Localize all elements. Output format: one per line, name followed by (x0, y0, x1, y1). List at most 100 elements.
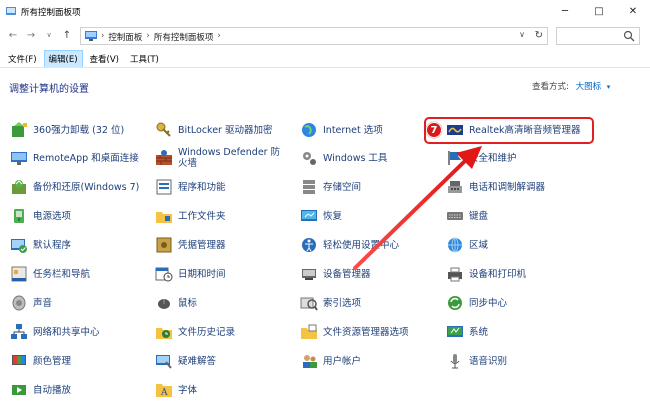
autoplay-icon (12, 385, 26, 395)
minimize-button[interactable]: ─ (548, 0, 582, 22)
folder-options-icon (301, 324, 317, 339)
view-by-caret-icon[interactable]: ▾ (607, 83, 611, 91)
forward-button[interactable]: → (24, 28, 38, 42)
item-internet-options[interactable]: Internet 选项 (300, 119, 383, 141)
item-network-sharing[interactable]: 网络和共享中心 (10, 321, 100, 343)
item-storage-spaces[interactable]: 存储空间 (300, 176, 361, 198)
item-label: 凭据管理器 (178, 239, 226, 251)
item-credential-manager[interactable]: 凭据管理器 (155, 234, 226, 256)
menu-file[interactable]: 文件(F) (4, 51, 41, 67)
indexing-icon (300, 297, 318, 311)
maximize-button[interactable]: □ (582, 0, 616, 22)
item-taskbar-navigation[interactable]: 任务栏和导航 (10, 263, 90, 285)
default-programs-icon (11, 239, 27, 253)
item-label: 疑难解答 (178, 355, 217, 367)
view-by-label: 查看方式: (532, 82, 569, 92)
item-360-uninstaller[interactable]: 360强力卸载 (32 位) (10, 119, 124, 141)
search-input[interactable] (556, 27, 640, 45)
highlight-box (424, 117, 594, 144)
sync-icon (448, 296, 462, 310)
item-label: 日期和时间 (178, 268, 226, 280)
view-by-dropdown[interactable]: 大图标 (576, 82, 602, 92)
control-panel-icon (85, 31, 97, 41)
item-label: 电话和调制解调器 (469, 181, 546, 193)
item-label: 键盘 (469, 210, 489, 222)
item-label: 默认程序 (33, 239, 72, 251)
item-label: 安全和维护 (469, 152, 517, 164)
item-bitlocker[interactable]: BitLocker 驱动器加密 (155, 119, 272, 141)
item-fonts[interactable]: A 字体 (155, 379, 197, 401)
item-default-programs[interactable]: 默认程序 (10, 234, 71, 256)
globe-icon (302, 123, 316, 137)
address-bar[interactable]: › 控制面板 › 所有控制面板项 › ∨ ↻ (80, 27, 548, 45)
item-speech-recognition[interactable]: 语音识别 (446, 350, 507, 372)
power-icon (14, 209, 24, 223)
work-folders-icon (156, 212, 172, 223)
item-work-folders[interactable]: 工作文件夹 (155, 205, 226, 227)
item-autoplay[interactable]: 自动播放 (10, 379, 71, 401)
printer-icon (448, 267, 462, 282)
system-icon (447, 326, 463, 337)
item-label: 系统 (469, 326, 489, 338)
item-label: 语音识别 (469, 355, 508, 367)
breadcrumb-separator: › (101, 31, 105, 41)
back-button[interactable]: ← (6, 28, 20, 42)
menu-edit[interactable]: 编辑(E) (43, 49, 83, 68)
up-button[interactable]: ↑ (60, 28, 74, 42)
item-devices-printers[interactable]: 设备和打印机 (446, 263, 526, 285)
menu-view[interactable]: 查看(V) (86, 51, 123, 67)
item-label: 鼠标 (178, 297, 198, 309)
item-label: 备份和还原(Windows 7) (33, 181, 140, 193)
item-system[interactable]: 系统 (446, 321, 488, 343)
item-region[interactable]: 区域 (446, 234, 488, 256)
file-history-icon (156, 328, 172, 339)
microphone-icon (450, 354, 460, 369)
item-backup-restore[interactable]: 备份和还原(Windows 7) (10, 176, 139, 198)
item-programs-features[interactable]: 程序和功能 (155, 176, 226, 198)
item-label: Windows 工具 (323, 152, 388, 164)
item-defender-firewall[interactable]: Windows Defender 防火墙 (155, 143, 288, 173)
item-remoteapp[interactable]: RemoteApp 和桌面连接 (10, 147, 139, 169)
item-label: 索引选项 (323, 297, 362, 309)
fonts-icon: A (156, 384, 172, 398)
item-keyboard[interactable]: 键盘 (446, 205, 488, 227)
mouse-icon (158, 299, 170, 309)
item-security-maintenance[interactable]: 安全和维护 (446, 147, 517, 169)
phone-modem-icon (448, 181, 462, 193)
close-button[interactable]: ✕ (616, 0, 650, 22)
item-troubleshooting[interactable]: 疑难解答 (155, 350, 216, 372)
breadcrumb-all-items[interactable]: 所有控制面板项 (154, 31, 214, 43)
item-color-management[interactable]: 颜色管理 (10, 350, 71, 372)
item-windows-tools[interactable]: Windows 工具 (300, 147, 387, 169)
item-file-history[interactable]: 文件历史记录 (155, 321, 235, 343)
recent-locations-button[interactable]: ∨ (42, 28, 56, 42)
menu-tools[interactable]: 工具(T) (126, 51, 163, 67)
item-label: 声音 (33, 297, 53, 309)
item-device-manager[interactable]: 设备管理器 (300, 263, 371, 285)
breadcrumb-control-panel[interactable]: 控制面板 (108, 31, 142, 43)
item-mouse[interactable]: 鼠标 (155, 292, 197, 314)
item-label: 任务栏和导航 (33, 268, 91, 280)
item-indexing-options[interactable]: 索引选项 (300, 292, 361, 314)
item-sync-center[interactable]: 同步中心 (446, 292, 507, 314)
item-label: 自动播放 (33, 384, 72, 396)
item-user-accounts[interactable]: 用户帐户 (300, 350, 361, 372)
troubleshoot-icon (156, 355, 172, 369)
item-ease-of-access[interactable]: 轻松使用设置中心 (300, 234, 399, 256)
item-label: 同步中心 (469, 297, 508, 309)
item-file-explorer-options[interactable]: 文件资源管理器选项 (300, 321, 409, 343)
calendar-clock-icon (155, 267, 173, 282)
uninstaller-icon (12, 122, 27, 137)
item-sound[interactable]: 声音 (10, 292, 52, 314)
navigation-row: ← → ∨ ↑ › 控制面板 › 所有控制面板项 › ∨ ↻ (0, 22, 650, 50)
item-power-options[interactable]: 电源选项 (10, 205, 71, 227)
user-accounts-icon (303, 355, 317, 368)
recovery-icon (301, 210, 317, 221)
item-date-time[interactable]: 日期和时间 (155, 263, 226, 285)
item-recovery[interactable]: 恢复 (300, 205, 342, 227)
menu-bar: 文件(F) 编辑(E) 查看(V) 工具(T) (0, 49, 650, 68)
address-dropdown-icon[interactable]: ∨ (519, 30, 525, 39)
breadcrumb-separator: › (217, 31, 221, 41)
item-phone-modem[interactable]: 电话和调制解调器 (446, 176, 545, 198)
refresh-icon[interactable]: ↻ (535, 30, 543, 41)
